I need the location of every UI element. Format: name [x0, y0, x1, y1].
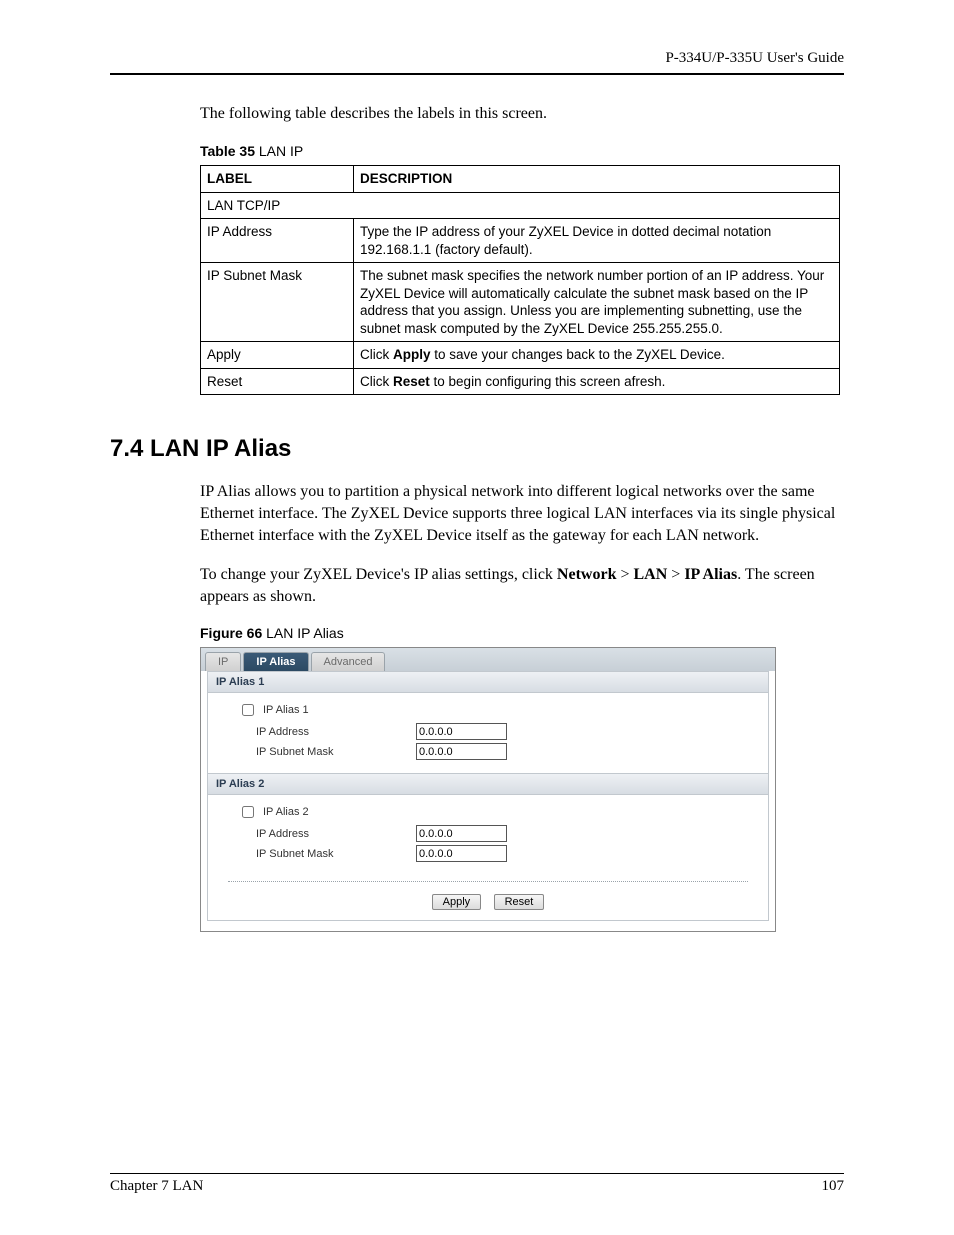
intro-text: The following table describes the labels… [200, 105, 844, 123]
tab-bar: IP IP Alias Advanced [201, 648, 775, 671]
row-reset-desc: Click Reset to begin configuring this sc… [354, 368, 840, 395]
alias2-ip-label: IP Address [238, 828, 416, 840]
row-subnet-label: IP Subnet Mask [201, 263, 354, 342]
running-header: P-334U/P-335U User's Guide [110, 50, 844, 67]
tab-ip[interactable]: IP [205, 652, 241, 671]
row-apply-label: Apply [201, 342, 354, 369]
table-caption-rest: LAN IP [255, 143, 303, 159]
figure-caption-rest: LAN IP Alias [262, 625, 343, 641]
panel-header-alias1: IP Alias 1 [208, 672, 768, 693]
col-header-label: LABEL [201, 166, 354, 193]
row-lan-tcpip: LAN TCP/IP [201, 192, 840, 219]
table-caption: Table 35 LAN IP [200, 143, 844, 159]
footer-page: 107 [822, 1178, 845, 1195]
panel-header-alias2: IP Alias 2 [208, 773, 768, 795]
checkbox-alias2-label: IP Alias 2 [263, 806, 309, 818]
section-para-2: To change your ZyXEL Device's IP alias s… [200, 564, 844, 607]
figure-screenshot: IP IP Alias Advanced IP Alias 1 IP Alias… [200, 647, 776, 932]
figure-caption: Figure 66 LAN IP Alias [200, 625, 844, 641]
dotted-separator [228, 881, 748, 882]
footer-chapter: Chapter 7 LAN [110, 1178, 203, 1195]
col-header-description: DESCRIPTION [354, 166, 840, 193]
table-caption-bold: Table 35 [200, 143, 255, 159]
footer-rule [110, 1173, 844, 1174]
row-subnet-desc: The subnet mask specifies the network nu… [354, 263, 840, 342]
apply-button[interactable]: Apply [432, 894, 482, 910]
checkbox-alias1-label: IP Alias 1 [263, 704, 309, 716]
checkbox-alias2[interactable] [242, 806, 254, 818]
row-apply-desc: Click Apply to save your changes back to… [354, 342, 840, 369]
alias2-ip-input[interactable] [416, 825, 507, 842]
alias1-mask-input[interactable] [416, 743, 507, 760]
lan-ip-table: LABEL DESCRIPTION LAN TCP/IP IP Address … [200, 165, 840, 395]
row-reset-label: Reset [201, 368, 354, 395]
alias1-mask-label: IP Subnet Mask [238, 746, 416, 758]
checkbox-alias1[interactable] [242, 704, 254, 716]
row-ip-address-label: IP Address [201, 219, 354, 263]
row-ip-address-desc: Type the IP address of your ZyXEL Device… [354, 219, 840, 263]
section-heading: 7.4 LAN IP Alias [110, 435, 844, 463]
reset-button[interactable]: Reset [494, 894, 545, 910]
alias1-ip-label: IP Address [238, 726, 416, 738]
alias2-mask-label: IP Subnet Mask [238, 848, 416, 860]
tab-advanced[interactable]: Advanced [311, 652, 386, 671]
alias2-mask-input[interactable] [416, 845, 507, 862]
section-para-1: IP Alias allows you to partition a physi… [200, 481, 844, 546]
tab-ip-alias[interactable]: IP Alias [243, 652, 308, 671]
header-rule [110, 73, 844, 75]
figure-caption-bold: Figure 66 [200, 625, 262, 641]
alias1-ip-input[interactable] [416, 723, 507, 740]
